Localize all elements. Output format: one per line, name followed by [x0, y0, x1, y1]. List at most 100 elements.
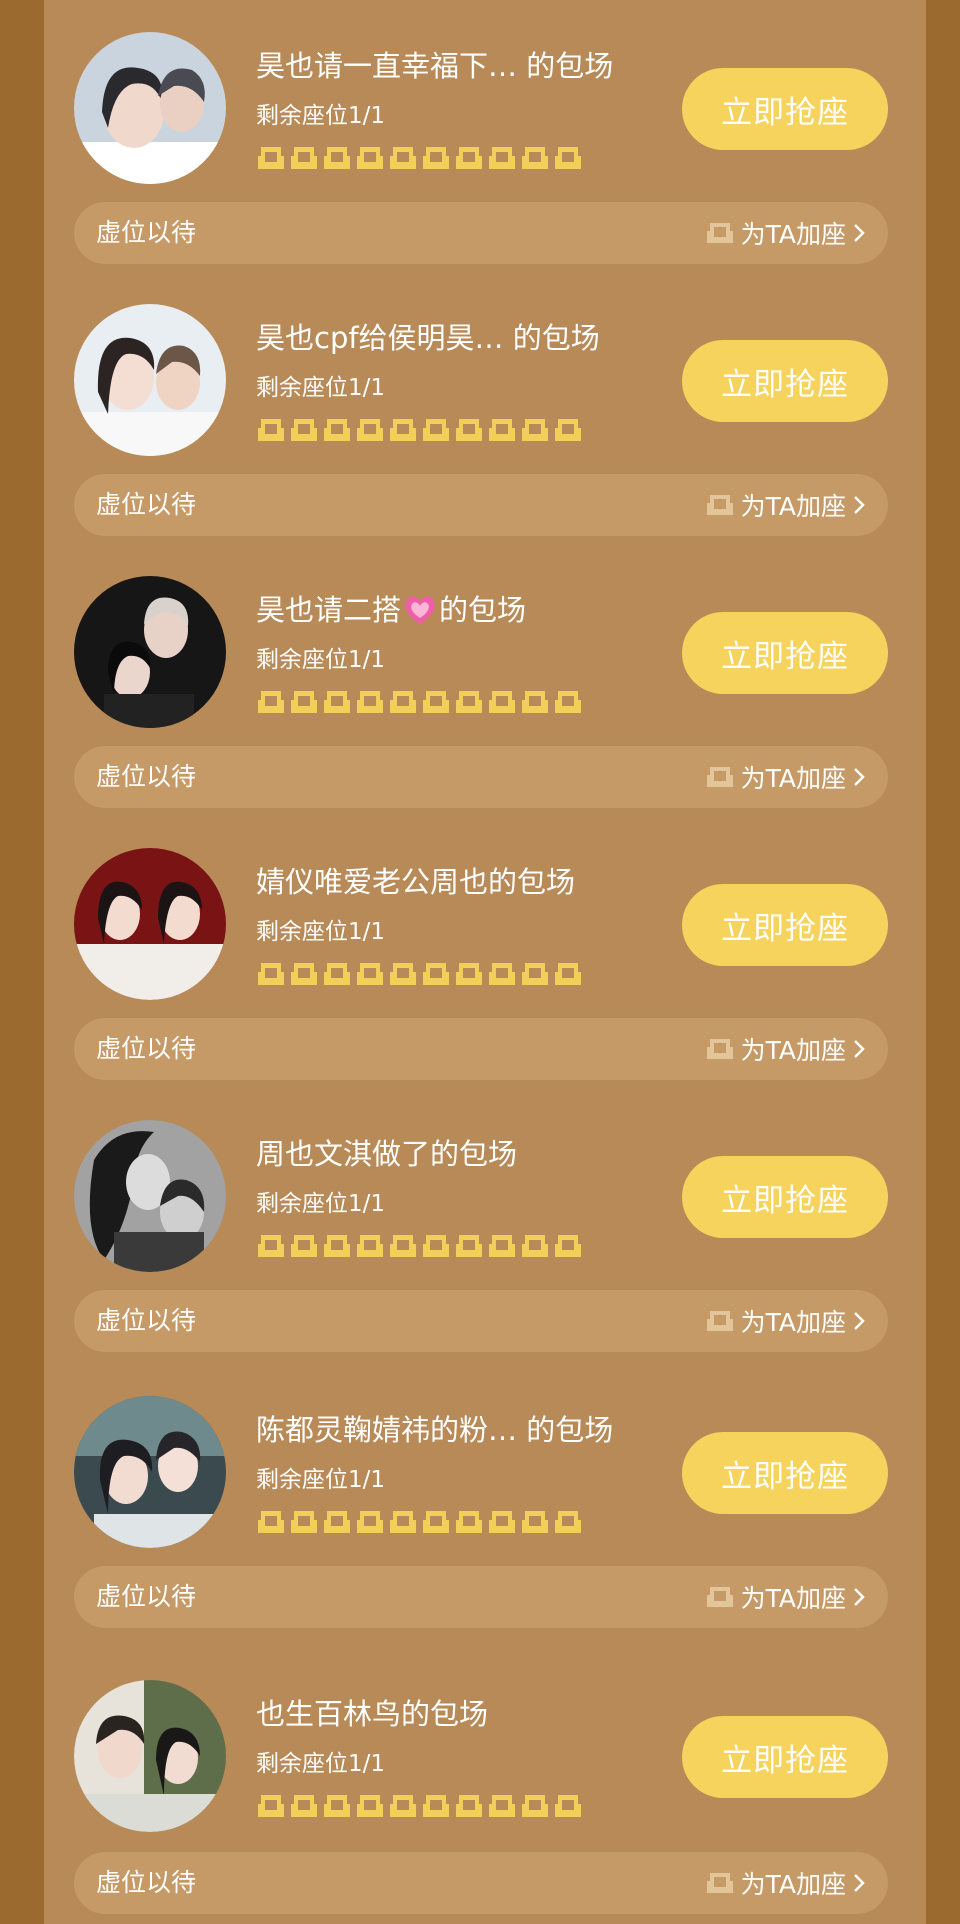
sofa-outline-icon — [706, 1039, 733, 1059]
seat-icon — [489, 1235, 515, 1257]
vacancy-label: 虚位以待 — [96, 1582, 197, 1611]
seat-icon — [324, 419, 350, 441]
title-text: 昊也请二搭 — [256, 593, 402, 627]
seat-icon — [291, 691, 317, 713]
vacancy-label: 虚位以待 — [96, 1034, 197, 1063]
seat-icon — [357, 1235, 383, 1257]
vacancy-label: 虚位以待 — [96, 1868, 197, 1897]
pink-heart-icon — [405, 596, 435, 624]
seat-icon — [456, 1795, 482, 1817]
add-seat-link[interactable]: 为TA加座 — [705, 1852, 866, 1914]
grab-seat-button[interactable]: 立即抢座 — [682, 68, 888, 150]
grab-seat-button[interactable]: 立即抢座 — [682, 1156, 888, 1238]
seat-icon — [522, 147, 548, 169]
seat-icon — [324, 1795, 350, 1817]
add-seat-label: 为TA加座 — [740, 764, 846, 793]
session-list: 昊也请一直幸福下… 的包场 剩余座位1/1 立即抢座 虚位以待 为TA加座 昊也… — [44, 0, 926, 1924]
remaining-seats: 剩余座位1/1 — [256, 1751, 386, 1777]
add-seat-link[interactable]: 为TA加座 — [705, 202, 866, 264]
session-title: 周也文淇做了的包场 — [256, 1137, 518, 1171]
seat-icon — [489, 419, 515, 441]
remaining-seats: 剩余座位1/1 — [256, 375, 386, 401]
seat-icon — [423, 1235, 449, 1257]
vacancy-label: 虚位以待 — [96, 490, 197, 519]
sofa-outline-icon — [706, 1587, 733, 1607]
seat-icon — [522, 1795, 548, 1817]
seat-icon — [390, 1511, 416, 1533]
add-seat-link[interactable]: 为TA加座 — [705, 1018, 866, 1080]
seat-icon — [555, 1795, 581, 1817]
seat-icon — [489, 963, 515, 985]
session-title: 昊也请二搭 的包场 — [256, 592, 526, 628]
seat-icon — [258, 147, 284, 169]
seat-icon — [522, 1235, 548, 1257]
seat-icon — [258, 1511, 284, 1533]
seat-icon — [423, 963, 449, 985]
seat-icon — [291, 963, 317, 985]
seat-icon — [324, 147, 350, 169]
chevron-right-icon — [854, 496, 865, 514]
chevron-right-icon — [854, 224, 865, 242]
seat-icon — [522, 691, 548, 713]
vacancy-bar: 虚位以待 为TA加座 — [74, 1290, 888, 1352]
sofa-outline-icon — [706, 1873, 733, 1893]
seat-icon — [423, 1795, 449, 1817]
grab-seat-button[interactable]: 立即抢座 — [682, 1432, 888, 1514]
seat-icon — [390, 1235, 416, 1257]
avatar[interactable] — [74, 1680, 226, 1832]
seat-icon — [357, 691, 383, 713]
seat-icon — [456, 1511, 482, 1533]
title-suffix: 的包场 — [439, 593, 527, 627]
seat-icon — [456, 1235, 482, 1257]
seat-icon — [390, 1795, 416, 1817]
vacancy-bar: 虚位以待 为TA加座 — [74, 474, 888, 536]
add-seat-link[interactable]: 为TA加座 — [705, 1566, 866, 1628]
grab-seat-button[interactable]: 立即抢座 — [682, 612, 888, 694]
add-seat-label: 为TA加座 — [740, 1036, 846, 1065]
chevron-right-icon — [854, 1312, 865, 1330]
session-card: 陈都灵鞠婧祎的粉… 的包场 剩余座位1/1 立即抢座 虚位以待 为TA加座 — [44, 1364, 926, 1636]
vacancy-bar: 虚位以待 为TA加座 — [74, 1566, 888, 1628]
seat-icon — [291, 1795, 317, 1817]
session-card: 昊也请二搭 的包场 剩余座位1/1 立即抢座 虚位以待 为TA加座 — [44, 544, 926, 816]
session-title: 昊也cpf给侯明昊… 的包场 — [256, 321, 600, 355]
seat-icon — [390, 419, 416, 441]
avatar[interactable] — [74, 304, 226, 456]
add-seat-link[interactable]: 为TA加座 — [705, 474, 866, 536]
seat-icon — [324, 963, 350, 985]
seat-icon — [456, 963, 482, 985]
avatar[interactable] — [74, 576, 226, 728]
seat-icon — [291, 1235, 317, 1257]
grab-seat-button[interactable]: 立即抢座 — [682, 340, 888, 422]
seat-icon — [555, 1511, 581, 1533]
grab-seat-button[interactable]: 立即抢座 — [682, 1716, 888, 1798]
session-title: 昊也请一直幸福下… 的包场 — [256, 49, 614, 83]
session-title: 也生百林鸟的包场 — [256, 1697, 489, 1731]
seat-icon — [258, 1795, 284, 1817]
add-seat-link[interactable]: 为TA加座 — [705, 1290, 866, 1352]
seat-icon — [357, 1511, 383, 1533]
seat-icon — [555, 419, 581, 441]
remaining-seats: 剩余座位1/1 — [256, 1467, 386, 1493]
seat-icon — [324, 1511, 350, 1533]
seat-icon — [258, 1235, 284, 1257]
session-card: 周也文淇做了的包场 剩余座位1/1 立即抢座 虚位以待 为TA加座 — [44, 1088, 926, 1360]
vacancy-label: 虚位以待 — [96, 762, 197, 791]
seat-icon — [423, 1511, 449, 1533]
chevron-right-icon — [854, 1588, 865, 1606]
chevron-right-icon — [854, 1040, 865, 1058]
seat-icon — [291, 1511, 317, 1533]
avatar[interactable] — [74, 32, 226, 184]
session-card: 昊也请一直幸福下… 的包场 剩余座位1/1 立即抢座 虚位以待 为TA加座 — [44, 0, 926, 272]
grab-seat-button[interactable]: 立即抢座 — [682, 884, 888, 966]
avatar[interactable] — [74, 848, 226, 1000]
seat-icon — [522, 1511, 548, 1533]
sofa-outline-icon — [706, 223, 733, 243]
seat-icon — [357, 147, 383, 169]
avatar[interactable] — [74, 1396, 226, 1548]
seat-icon — [258, 419, 284, 441]
seat-icon — [324, 1235, 350, 1257]
add-seat-link[interactable]: 为TA加座 — [705, 746, 866, 808]
avatar[interactable] — [74, 1120, 226, 1272]
vacancy-bar: 虚位以待 为TA加座 — [74, 1018, 888, 1080]
